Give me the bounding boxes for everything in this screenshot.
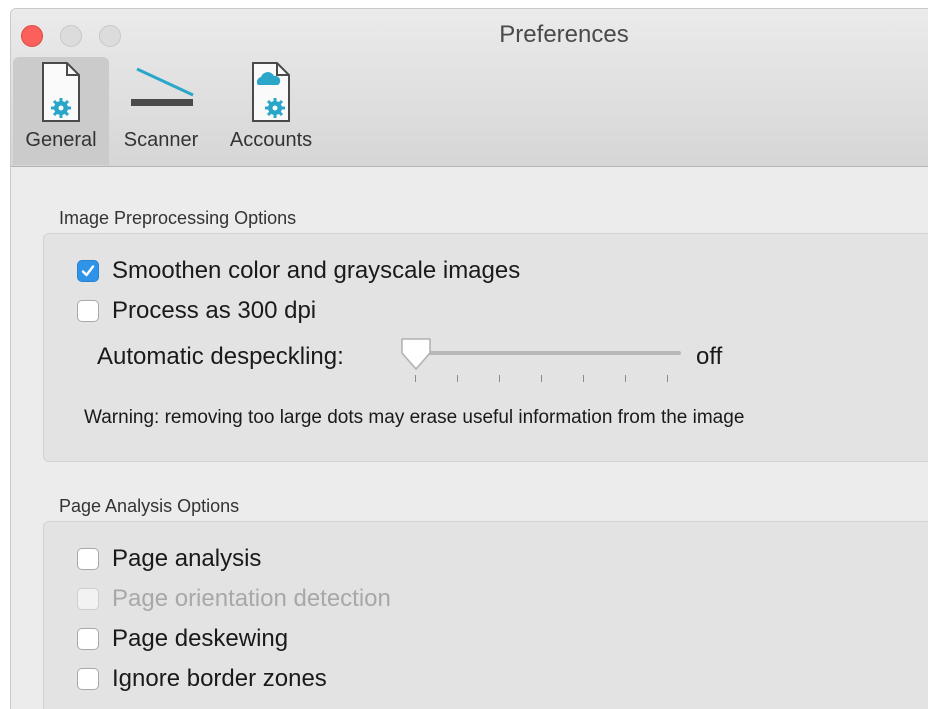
slider-tick bbox=[415, 375, 416, 382]
process-300dpi-checkbox-row[interactable]: Process as 300 dpi bbox=[77, 297, 316, 325]
despeckling-slider-track[interactable] bbox=[409, 351, 681, 355]
process-300dpi-label: Process as 300 dpi bbox=[112, 297, 317, 324]
image-preprocessing-title: Image Preprocessing Options bbox=[59, 208, 297, 228]
slider-tick bbox=[457, 375, 458, 382]
titlebar-toolbar: Preferences General Scanner Accounts bbox=[11, 9, 928, 167]
window-title: Preferences bbox=[499, 21, 629, 48]
tab-scanner-label: Scanner bbox=[123, 129, 199, 151]
slider-tick bbox=[625, 375, 626, 382]
checkmark-icon bbox=[81, 265, 95, 277]
minimize-window-button[interactable] bbox=[60, 25, 82, 47]
page-analysis-title: Page Analysis Options bbox=[59, 496, 240, 516]
page-analysis-label: Page analysis bbox=[112, 545, 262, 572]
tab-general-label: General bbox=[25, 129, 97, 151]
smoothen-checkbox-row[interactable]: Smoothen color and grayscale images bbox=[77, 257, 520, 285]
process-300dpi-checkbox[interactable] bbox=[77, 300, 99, 322]
page-deskewing-checkbox-row[interactable]: Page deskewing bbox=[77, 625, 288, 653]
tab-accounts[interactable]: Accounts bbox=[219, 57, 323, 165]
page-orientation-checkbox-row: Page orientation detection bbox=[77, 585, 391, 613]
page-analysis-checkbox-row[interactable]: Page analysis bbox=[77, 545, 261, 573]
general-settings-doc-icon bbox=[42, 62, 80, 122]
page-orientation-checkbox bbox=[77, 588, 99, 610]
tab-general[interactable]: General bbox=[13, 57, 109, 165]
ignore-border-zones-checkbox[interactable] bbox=[77, 668, 99, 690]
despeckling-slider-thumb[interactable] bbox=[398, 335, 434, 375]
despeckling-label: Automatic despeckling: bbox=[97, 343, 344, 370]
preferences-window: Preferences General Scanner Accounts Ima… bbox=[10, 8, 928, 709]
ignore-border-zones-checkbox-row[interactable]: Ignore border zones bbox=[77, 665, 327, 693]
accounts-cloud-doc-icon bbox=[252, 62, 290, 122]
page-analysis-checkbox[interactable] bbox=[77, 548, 99, 570]
despeckling-value: off bbox=[696, 343, 723, 370]
tab-scanner[interactable]: Scanner bbox=[113, 57, 209, 165]
slider-tick bbox=[541, 375, 542, 382]
despeckling-warning-text: Warning: removing too large dots may era… bbox=[84, 407, 745, 428]
smoothen-label: Smoothen color and grayscale images bbox=[112, 257, 521, 284]
tab-accounts-label: Accounts bbox=[229, 129, 313, 151]
slider-tick bbox=[499, 375, 500, 382]
close-window-button[interactable] bbox=[21, 25, 43, 47]
slider-tick bbox=[667, 375, 668, 382]
smoothen-checkbox[interactable] bbox=[77, 260, 99, 282]
ignore-border-zones-label: Ignore border zones bbox=[112, 665, 327, 692]
page-orientation-label: Page orientation detection bbox=[112, 585, 391, 612]
zoom-window-button[interactable] bbox=[99, 25, 121, 47]
page-deskewing-checkbox[interactable] bbox=[77, 628, 99, 650]
scanner-icon bbox=[131, 67, 194, 106]
slider-tick bbox=[583, 375, 584, 382]
page-deskewing-label: Page deskewing bbox=[112, 625, 289, 652]
